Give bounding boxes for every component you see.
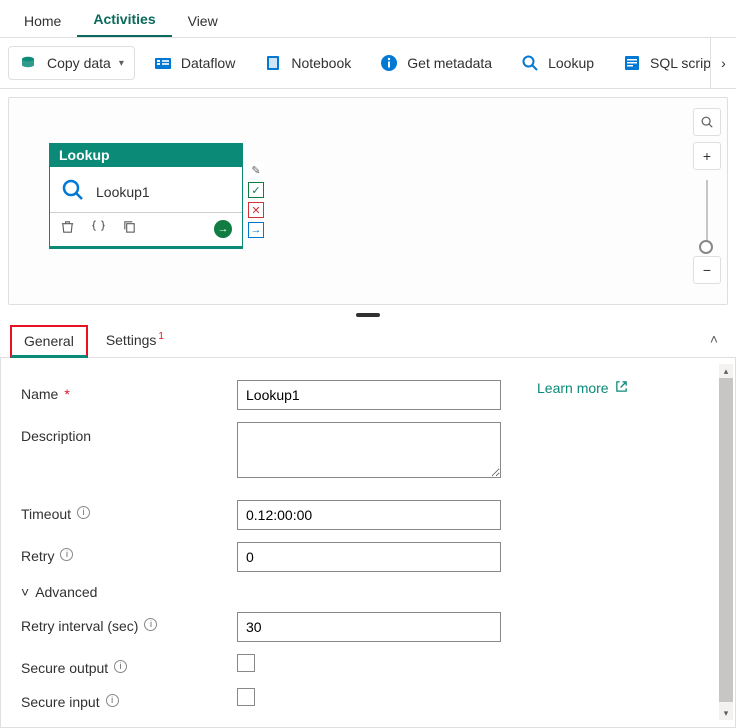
chevron-down-icon: ˅ bbox=[21, 584, 29, 600]
advanced-toggle[interactable]: ˅ Advanced bbox=[21, 584, 715, 600]
lookup-button[interactable]: Lookup bbox=[510, 47, 604, 79]
copy-data-label: Copy data bbox=[47, 55, 111, 71]
learn-more-link[interactable]: Learn more bbox=[537, 380, 628, 396]
property-tabs: General Settings1 ˄ bbox=[0, 321, 736, 358]
retry-input[interactable] bbox=[237, 542, 501, 572]
vertical-scrollbar[interactable]: ▴ ▾ bbox=[719, 364, 733, 720]
label-secure-input: Secure input i bbox=[21, 688, 221, 710]
tab-settings[interactable]: Settings1 bbox=[92, 322, 176, 356]
label-retry: Retry i bbox=[21, 542, 221, 564]
canvas-controls: + − bbox=[693, 108, 721, 290]
notebook-icon bbox=[263, 53, 283, 73]
label-retry-interval: Retry interval (sec) i bbox=[21, 612, 221, 634]
port-failure[interactable]: ✕ bbox=[248, 202, 264, 218]
properties-panel: Name * Learn more Description Timeout i … bbox=[0, 358, 736, 728]
delete-icon[interactable] bbox=[60, 219, 75, 238]
info-icon[interactable]: i bbox=[60, 548, 73, 561]
ribbon-scroll-right[interactable]: › bbox=[710, 38, 736, 88]
activity-output-ports: ✎ ✓ ✕ → bbox=[248, 162, 264, 238]
label-secure-input-text: Secure input bbox=[21, 694, 100, 710]
name-input[interactable] bbox=[237, 380, 501, 410]
secure-output-checkbox[interactable] bbox=[237, 654, 255, 672]
info-icon[interactable]: i bbox=[77, 506, 90, 519]
label-timeout: Timeout i bbox=[21, 500, 221, 522]
collapse-panel-button[interactable]: ˄ bbox=[702, 323, 726, 355]
info-icon[interactable]: i bbox=[114, 660, 127, 673]
copy-data-button[interactable]: Copy data ▾ bbox=[8, 46, 135, 80]
run-arrow-icon[interactable]: → bbox=[214, 220, 232, 238]
retry-interval-input[interactable] bbox=[237, 612, 501, 642]
scrollbar-thumb[interactable] bbox=[719, 378, 733, 702]
scrollbar-arrow-up[interactable]: ▴ bbox=[719, 364, 733, 378]
lookup-label: Lookup bbox=[548, 55, 594, 71]
notebook-label: Notebook bbox=[291, 55, 351, 71]
learn-more-text: Learn more bbox=[537, 380, 609, 396]
scrollbar-arrow-down[interactable]: ▾ bbox=[719, 706, 733, 720]
canvas-search-button[interactable] bbox=[693, 108, 721, 136]
required-asterisk: * bbox=[64, 386, 69, 402]
secure-input-checkbox[interactable] bbox=[237, 688, 255, 706]
zoom-slider[interactable] bbox=[706, 180, 708, 252]
label-description: Description bbox=[21, 422, 221, 444]
copy-icon[interactable] bbox=[122, 219, 137, 238]
top-nav: Home Activities View bbox=[0, 0, 736, 38]
description-input[interactable] bbox=[237, 422, 501, 478]
ribbon: Copy data ▾ Dataflow Notebook Get metada… bbox=[0, 38, 736, 89]
dataflow-icon bbox=[153, 53, 173, 73]
zoom-thumb[interactable] bbox=[699, 240, 713, 254]
chevron-up-icon: ˄ bbox=[710, 331, 718, 347]
code-braces-icon[interactable] bbox=[91, 219, 106, 238]
label-retry-interval-text: Retry interval (sec) bbox=[21, 618, 138, 634]
label-name: Name * bbox=[21, 380, 221, 402]
chevron-right-icon: › bbox=[721, 55, 726, 71]
sql-script-button[interactable]: SQL script bbox=[612, 47, 725, 79]
copy-data-icon bbox=[19, 53, 39, 73]
label-description-text: Description bbox=[21, 428, 91, 444]
activity-type-label: Lookup bbox=[49, 143, 243, 167]
activity-body: Lookup1 → bbox=[49, 167, 243, 249]
activity-name: Lookup1 bbox=[96, 184, 150, 200]
zoom-in-button[interactable]: + bbox=[693, 142, 721, 170]
get-metadata-label: Get metadata bbox=[407, 55, 492, 71]
panel-splitter[interactable] bbox=[0, 313, 736, 321]
port-pencil[interactable]: ✎ bbox=[248, 162, 264, 178]
topnav-view[interactable]: View bbox=[172, 5, 234, 37]
tab-settings-label: Settings bbox=[106, 332, 157, 348]
port-success[interactable]: ✓ bbox=[248, 182, 264, 198]
info-icon bbox=[379, 53, 399, 73]
dataflow-label: Dataflow bbox=[181, 55, 235, 71]
port-completion[interactable]: → bbox=[248, 222, 264, 238]
external-link-icon bbox=[615, 380, 628, 396]
tab-general[interactable]: General bbox=[10, 325, 88, 358]
info-icon[interactable]: i bbox=[144, 618, 157, 631]
topnav-activities[interactable]: Activities bbox=[77, 3, 171, 37]
label-name-text: Name bbox=[21, 386, 58, 402]
label-retry-text: Retry bbox=[21, 548, 54, 564]
label-secure-output: Secure output i bbox=[21, 654, 221, 676]
lookup-icon bbox=[520, 53, 540, 73]
tab-settings-badge: 1 bbox=[158, 331, 164, 342]
chevron-down-icon: ▾ bbox=[119, 58, 124, 69]
splitter-handle-icon bbox=[356, 313, 380, 317]
label-timeout-text: Timeout bbox=[21, 506, 71, 522]
dataflow-button[interactable]: Dataflow bbox=[143, 47, 245, 79]
sql-script-label: SQL script bbox=[650, 55, 715, 71]
activity-selected-underline bbox=[50, 246, 242, 248]
sql-script-icon bbox=[622, 53, 642, 73]
notebook-button[interactable]: Notebook bbox=[253, 47, 361, 79]
topnav-home[interactable]: Home bbox=[8, 5, 77, 37]
timeout-input[interactable] bbox=[237, 500, 501, 530]
activity-node-lookup[interactable]: Lookup Lookup1 → bbox=[49, 143, 243, 249]
pipeline-canvas[interactable]: Lookup Lookup1 → bbox=[8, 97, 728, 305]
search-icon bbox=[60, 177, 86, 206]
advanced-label: Advanced bbox=[35, 584, 97, 600]
label-secure-output-text: Secure output bbox=[21, 660, 108, 676]
get-metadata-button[interactable]: Get metadata bbox=[369, 47, 502, 79]
info-icon[interactable]: i bbox=[106, 694, 119, 707]
zoom-out-button[interactable]: − bbox=[693, 256, 721, 284]
